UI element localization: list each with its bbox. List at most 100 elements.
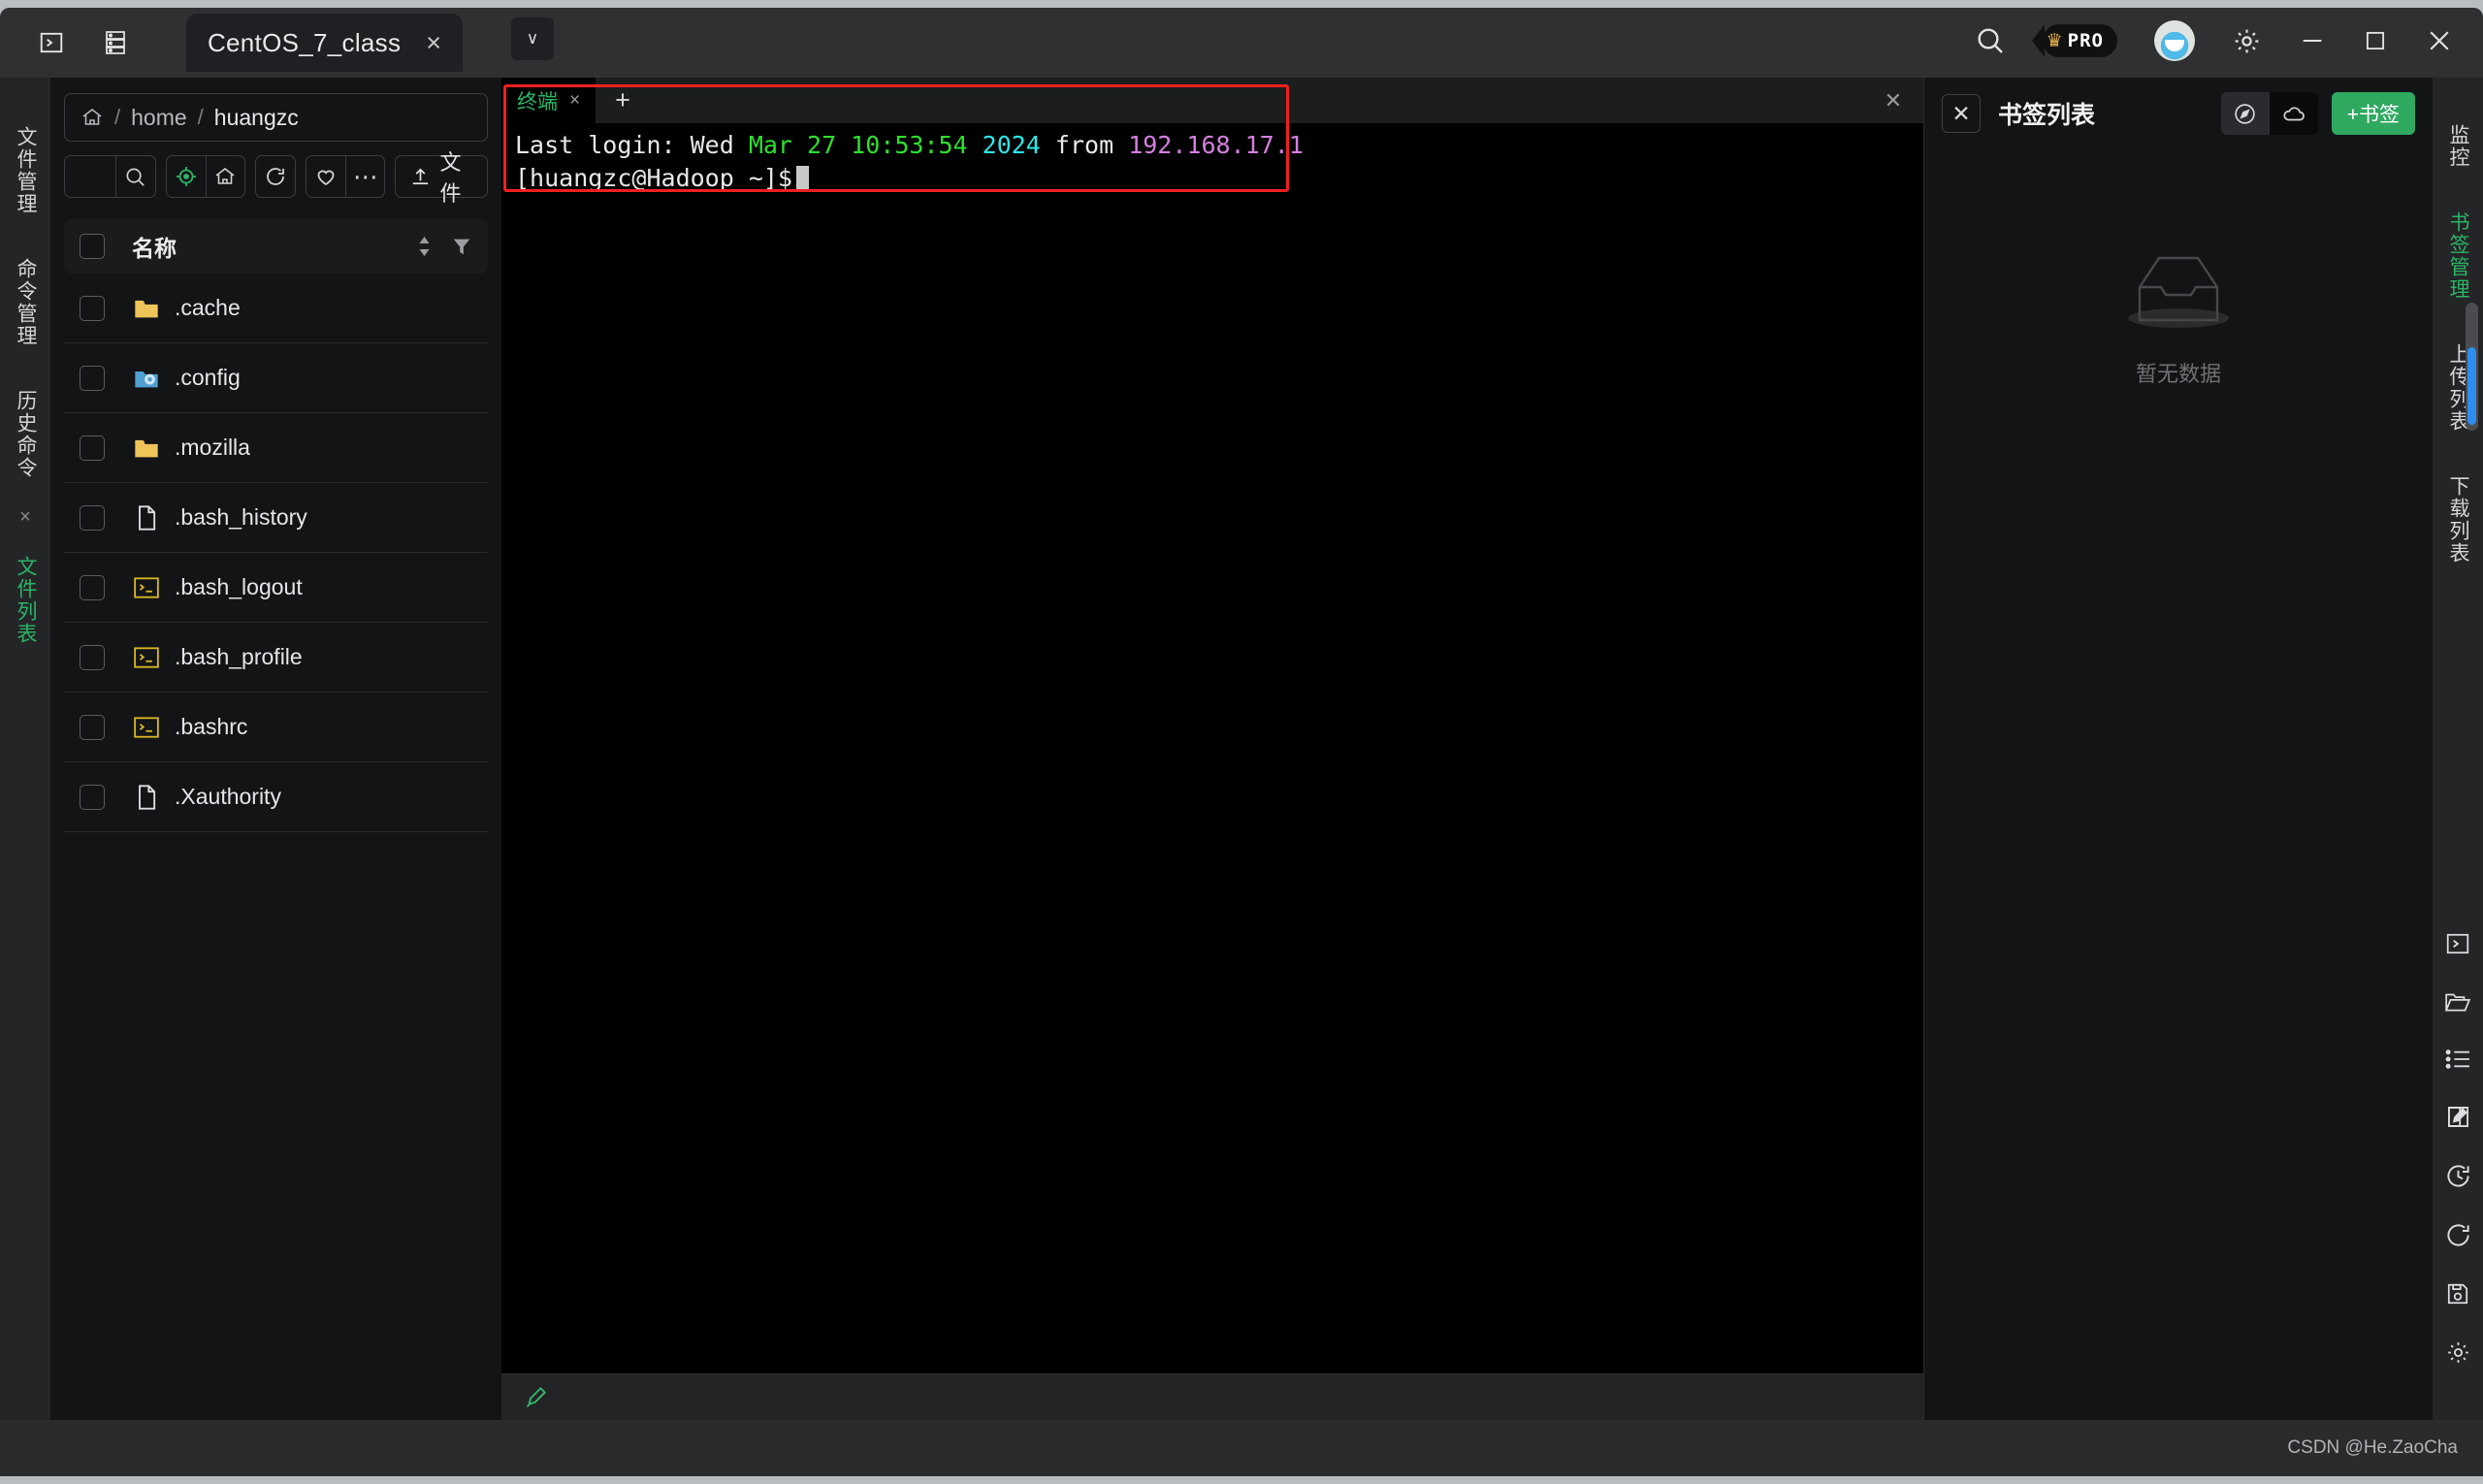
new-terminal-tab-button[interactable]: + (596, 78, 650, 123)
file-row-bash-history[interactable]: .bash_history (64, 483, 488, 553)
pro-badge[interactable]: ♛ PRO (2043, 24, 2117, 57)
file-checkbox[interactable] (80, 296, 105, 321)
sort-icon[interactable] (415, 235, 434, 258)
home-icon[interactable] (206, 156, 244, 197)
bookmark-panel-header: ✕ 书签列表 (1924, 78, 2433, 149)
terminal-pane-close-icon[interactable]: ✕ (1863, 78, 1923, 123)
right-sidebar-item-bookmark-management[interactable]: 书签管理 (2443, 190, 2472, 322)
right-sidebar-scrollbar[interactable] (2466, 303, 2478, 431)
bookmark-panel: ✕ 书签列表 (1923, 78, 2433, 1420)
title-bar-right: ♛ PRO (1975, 8, 2483, 78)
file-checkbox[interactable] (80, 575, 105, 600)
bookmark-panel-actions: +书签 (2221, 92, 2415, 135)
sidebar-item-history-commands[interactable]: 历史命令 (11, 369, 40, 500)
more-options-icon[interactable]: ⋯ (345, 156, 384, 197)
maximize-button[interactable] (2363, 28, 2388, 53)
avatar[interactable] (2154, 20, 2195, 61)
file-row-mozilla[interactable]: .mozilla (64, 413, 488, 483)
terminal-cursor (796, 166, 809, 190)
pro-label: PRO (2068, 30, 2104, 51)
file-row-bash-logout[interactable]: .bash_logout (64, 553, 488, 623)
gear-icon[interactable] (2232, 26, 2262, 56)
terminal-text: 2024 (983, 131, 1055, 159)
cloud-icon[interactable] (2270, 92, 2318, 135)
sidebar-item-command-management[interactable]: 命令管理 (11, 237, 40, 369)
sidebar-item-file-list[interactable]: 文件列表 (11, 534, 40, 666)
document-icon (132, 503, 161, 532)
right-sidebar-icon-group (2444, 931, 2471, 1420)
file-checkbox[interactable] (80, 785, 105, 810)
crown-icon: ♛ (2047, 30, 2063, 52)
file-checkbox[interactable] (80, 505, 105, 531)
terminal-tab-close-icon[interactable]: × (569, 90, 580, 112)
file-toolbar: ⋯ 文件 (64, 155, 488, 198)
minimize-button[interactable] (2299, 27, 2326, 54)
folder-icon (132, 434, 161, 463)
bookmark-panel-close-icon[interactable]: ✕ (1942, 94, 1981, 133)
terminal-icon[interactable] (2445, 931, 2470, 956)
close-button[interactable] (2425, 26, 2454, 55)
path-input-stub[interactable] (65, 156, 115, 197)
window-tab-centos[interactable]: CentOS_7_class × (186, 14, 463, 72)
sidebar-item-file-management[interactable]: 文件管理 (11, 105, 40, 237)
file-list-header: 名称 (64, 219, 488, 274)
bookmark-empty-state: 暂无数据 (1924, 149, 2433, 1420)
sidebar-panel-close-icon[interactable]: × (19, 500, 31, 534)
folder-icon (132, 294, 161, 323)
config-folder-icon (132, 364, 161, 393)
search-icon[interactable] (1975, 25, 2006, 56)
upload-file-button[interactable]: 文件 (395, 155, 488, 198)
filter-icon[interactable] (451, 236, 472, 257)
right-sidebar-item-download-list[interactable]: 下载列表 (2443, 454, 2472, 586)
shell-script-icon (132, 573, 161, 602)
history-clock-icon[interactable] (2445, 1163, 2471, 1189)
terminal-output[interactable]: Last login: Wed Mar 27 10:53:54 2024 fro… (501, 123, 1923, 1373)
tab-close-icon[interactable]: × (426, 30, 441, 56)
file-row-bash-profile[interactable]: .bash_profile (64, 623, 488, 693)
file-row-bashrc[interactable]: .bashrc (64, 693, 488, 762)
server-stack-icon[interactable] (99, 26, 132, 59)
tab-list-dropdown-icon[interactable]: ∨ (511, 17, 554, 60)
heart-icon[interactable] (306, 156, 345, 197)
gear-icon[interactable] (2445, 1339, 2471, 1366)
breadcrumb[interactable]: / home / huangzc (64, 93, 488, 142)
home-icon[interactable] (81, 106, 104, 129)
file-checkbox[interactable] (80, 715, 105, 740)
terminal-tab-label: 终端 (517, 86, 558, 115)
file-row-xauthority[interactable]: .Xauthority (64, 762, 488, 832)
list-icon[interactable] (2445, 1048, 2471, 1071)
bookmark-source-toggle (2221, 92, 2318, 135)
terminal-icon[interactable] (35, 26, 68, 59)
add-bookmark-button[interactable]: +书签 (2332, 92, 2415, 135)
terminal-tab[interactable]: 终端 × (501, 78, 596, 123)
highlighter-pen-icon[interactable] (523, 1385, 548, 1410)
select-all-checkbox[interactable] (80, 234, 105, 259)
save-disk-icon[interactable] (2445, 1281, 2470, 1307)
folder-open-icon[interactable] (2444, 989, 2471, 1015)
breadcrumb-segment-home[interactable]: home (131, 105, 187, 131)
compass-icon[interactable] (2221, 92, 2270, 135)
refresh-icon[interactable] (256, 156, 295, 197)
target-locate-icon[interactable] (167, 156, 206, 197)
breadcrumb-segment-huangzc[interactable]: huangzc (214, 105, 299, 131)
file-toolbar-group-1 (64, 155, 156, 198)
file-row-config[interactable]: .config (64, 343, 488, 413)
file-row-cache[interactable]: .cache (64, 274, 488, 343)
shell-script-icon (132, 643, 161, 672)
breadcrumb-sep-1: / (114, 105, 120, 130)
refresh-icon[interactable] (2445, 1222, 2471, 1248)
edit-icon[interactable] (2445, 1104, 2471, 1130)
file-name: .config (175, 365, 241, 391)
app-window: CentOS_7_class × ∨ ♛ PRO (0, 8, 2483, 1476)
file-checkbox[interactable] (80, 366, 105, 391)
upload-icon (409, 166, 432, 188)
right-sidebar: 监控 书签管理 上传列表 下载列表 (2433, 78, 2483, 1420)
search-icon[interactable] (115, 156, 154, 197)
file-checkbox[interactable] (80, 436, 105, 461)
file-toolbar-group-4: ⋯ (306, 155, 385, 198)
right-sidebar-item-monitor[interactable]: 监控 (2443, 103, 2472, 190)
file-checkbox[interactable] (80, 645, 105, 670)
bookmark-panel-title: 书签列表 (1998, 96, 2095, 131)
file-name: .bashrc (175, 714, 247, 740)
terminal-column: 终端 × + ✕ Last login: Wed Mar 27 10:53:54… (501, 78, 1923, 1420)
